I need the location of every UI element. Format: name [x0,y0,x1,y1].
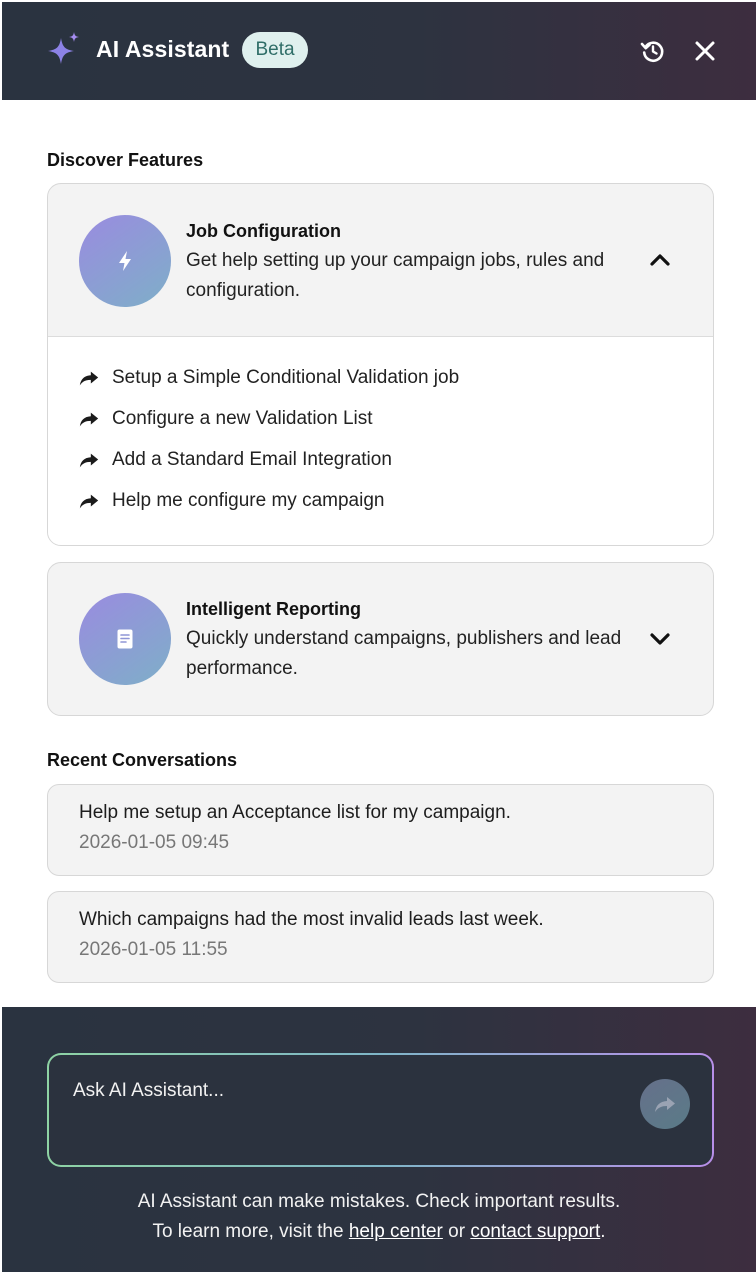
panel-header: AI Assistant Beta [2,2,756,100]
chat-input-container [47,1053,714,1167]
share-arrow-icon [79,453,99,468]
share-arrow-icon [79,371,99,386]
conversation-timestamp: 2026-01-05 11:55 [79,939,228,960]
feature-card-prompts: Setup a Simple Conditional Validation jo… [48,336,713,545]
feature-card-job-configuration: Job Configuration Get help setting up yo… [47,183,714,546]
suggested-prompt[interactable]: Configure a new Validation List [78,404,373,434]
conversation-timestamp: 2026-01-05 09:45 [79,832,230,853]
disclaimer-line-2: To learn more, visit the help center or … [152,1221,606,1242]
report-document-icon [117,629,133,649]
chat-input[interactable] [73,1077,613,1105]
help-center-link[interactable]: help center [349,1221,443,1242]
chevron-up-icon[interactable] [648,248,672,272]
close-button[interactable] [692,38,718,64]
conversation-item[interactable]: Help me setup an Acceptance list for my … [47,784,714,876]
feature-card-header[interactable]: Job Configuration Get help setting up yo… [48,184,713,336]
share-arrow-icon [79,412,99,427]
send-arrow-icon [655,1097,675,1112]
share-arrow-icon [79,494,99,509]
feature-description: Quickly understand campaigns, publishers… [186,628,622,679]
suggested-prompt[interactable]: Help me configure my campaign [78,486,384,516]
conversation-question: Which campaigns had the most invalid lea… [79,909,544,930]
disclaimer: AI Assistant can make mistakes. Check im… [2,1187,756,1247]
chat-input-box [49,1055,712,1165]
feature-card-intelligent-reporting[interactable]: Intelligent Reporting Quickly understand… [47,562,714,716]
suggested-prompt[interactable]: Add a Standard Email Integration [78,445,392,475]
history-button[interactable] [640,38,666,64]
beta-badge: Beta [242,32,308,68]
feature-icon-circle [79,593,171,685]
conversation-question: Help me setup an Acceptance list for my … [79,802,511,823]
send-button[interactable] [640,1079,690,1129]
panel-title: AI Assistant [96,36,230,62]
feature-title: Intelligent Reporting [186,599,361,619]
disclaimer-line-1: AI Assistant can make mistakes. Check im… [137,1191,621,1212]
chat-footer: AI Assistant can make mistakes. Check im… [2,1007,756,1272]
feature-description: Get help setting up your campaign jobs, … [186,250,605,301]
recent-conversations-heading: Recent Conversations [47,750,238,770]
close-icon [695,41,715,61]
lightning-icon [119,251,131,271]
sparkle-icon [48,32,79,64]
suggested-prompt[interactable]: Setup a Simple Conditional Validation jo… [78,363,459,393]
contact-support-link[interactable]: contact support [470,1221,600,1242]
ai-assistant-panel: AI Assistant Beta Discover Features Job … [2,2,756,1272]
history-icon [640,41,664,62]
feature-title: Job Configuration [186,221,341,241]
feature-icon-circle [79,215,171,307]
conversation-item[interactable]: Which campaigns had the most invalid lea… [47,891,714,983]
discover-features-heading: Discover Features [47,150,204,170]
chevron-down-icon[interactable] [648,627,672,651]
